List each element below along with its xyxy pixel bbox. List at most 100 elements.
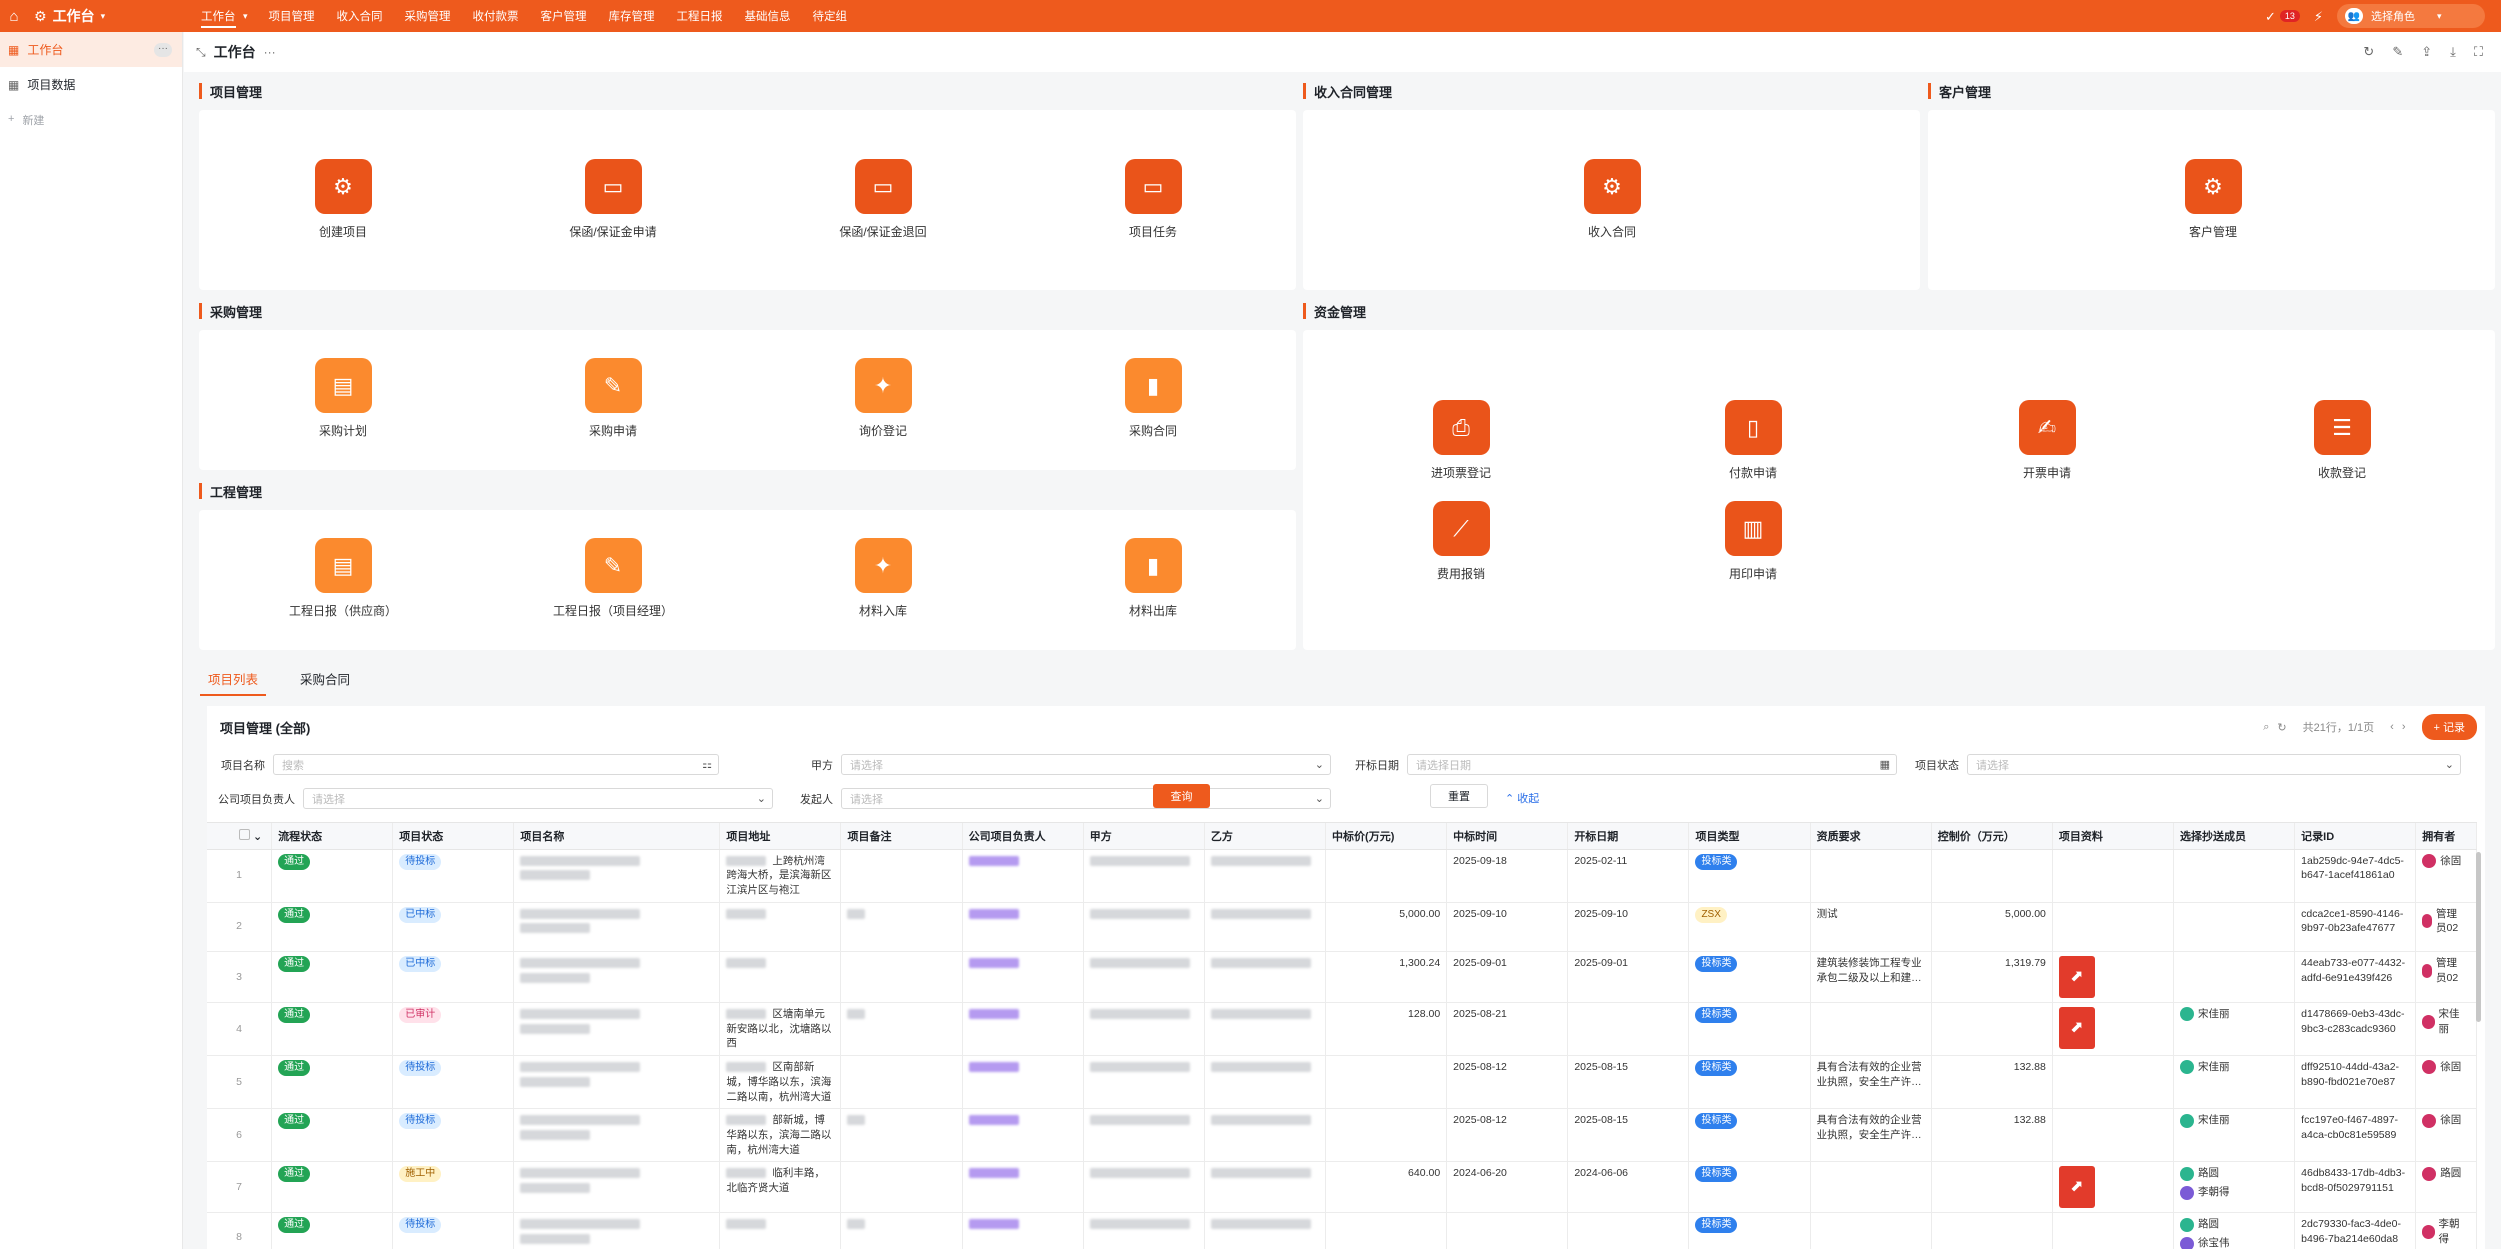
table-row[interactable]: 1 通过 待投标 上跨杭州湾跨海大桥，是滨海新区江滨片区与袍江 2025-09-18 20… <box>207 849 2477 903</box>
share-icon[interactable]: ⇪ <box>2421 44 2432 60</box>
tile-purchase-contract[interactable]: ▮ 采购合同 <box>1073 358 1233 439</box>
fullscreen-icon[interactable]: ⛶ <box>2474 44 2483 60</box>
nav-item[interactable]: 项目管理 <box>258 0 326 32</box>
gear-icon: ⚙ <box>34 8 47 24</box>
column-header[interactable]: 项目状态 <box>392 823 515 850</box>
search-icon[interactable]: ⌕ <box>2263 721 2269 734</box>
table-row[interactable]: 6 通过 待投标 部新城，博华路以东，滨海二路以南，杭州湾大道 2025-08-12 20… <box>207 1108 2477 1163</box>
tile-create-project[interactable]: ⚙ 创建项目 <box>263 159 423 240</box>
sidebar-item-project-data[interactable]: ▦ 项目数据 <box>0 67 182 102</box>
row-index: 2 <box>236 920 242 933</box>
more-icon[interactable]: ··· <box>154 42 172 57</box>
tile-seal-apply[interactable]: ▥ 用印申请 <box>1673 501 1833 582</box>
tile-input-invoice[interactable]: ⎙ 进项票登记 <box>1381 400 1541 481</box>
tile-purchase-apply[interactable]: ✎ 采购申请 <box>533 358 693 439</box>
tile-expense[interactable]: ⟋ 费用报销 <box>1381 501 1541 582</box>
tile-purchase-plan[interactable]: ▤ 采购计划 <box>263 358 423 439</box>
tile-guarantee-return[interactable]: ▭ 保函/保证金退回 <box>803 159 963 240</box>
next-page-icon[interactable]: › <box>2402 721 2406 733</box>
sidebar-item-workbench[interactable]: ▦ 工作台 ··· <box>0 32 182 67</box>
initiator-select[interactable]: 请选择 ⌄ <box>841 788 1331 809</box>
collapse-button[interactable]: ⌃ 收起 <box>1505 790 1539 806</box>
app-switcher[interactable]: ⚙ 工作台 ▾ <box>28 6 190 26</box>
column-header[interactable]: 项目类型 <box>1688 823 1811 850</box>
select-all-checkbox[interactable]: ⌄ <box>207 823 273 850</box>
column-header[interactable]: 拥有者 <box>2415 823 2477 850</box>
column-header[interactable]: 资质要求 <box>1810 823 1932 850</box>
column-header[interactable]: 项目地址 <box>719 823 842 850</box>
filter-owner: 公司项目负责人 请选择 ⌄ <box>195 788 773 809</box>
filter-icon[interactable]: ⚏ <box>702 758 712 771</box>
column-header[interactable]: 项目名称 <box>513 823 721 850</box>
tab-purchase-contract[interactable]: 采购合同 <box>292 660 358 696</box>
cc-member: 徐宝伟 <box>2180 1236 2230 1249</box>
name-search-input[interactable]: 搜索 ⚏ <box>273 754 719 775</box>
column-header[interactable]: 乙方 <box>1204 823 1327 850</box>
nav-item[interactable]: 收付款票 <box>462 0 530 32</box>
owner-select[interactable]: 请选择 ⌄ <box>303 788 773 809</box>
status-select[interactable]: 请选择 ⌄ <box>1967 754 2461 775</box>
table-row[interactable]: 8 通过 待投标 投标类 路圆 徐宝伟 2dc79330-fac3-4de0-b496-7b… <box>207 1212 2477 1249</box>
check-circle-icon[interactable]: ✓ <box>2265 10 2276 23</box>
column-header[interactable]: 中标时间 <box>1446 823 1569 850</box>
column-header[interactable]: 项目资料 <box>2052 823 2175 850</box>
column-header[interactable]: 公司项目负责人 <box>962 823 1084 850</box>
sidebar-new-button[interactable]: + 新建 <box>0 102 182 137</box>
nav-item[interactable]: 工程日报 <box>666 0 734 32</box>
nav-item[interactable]: 收入合同 <box>326 0 394 32</box>
settings-icon[interactable]: ✎ <box>2392 44 2403 60</box>
tab-project-list[interactable]: 项目列表 <box>200 660 267 696</box>
add-record-button[interactable]: + 记录 <box>2421 714 2477 740</box>
refresh-icon[interactable]: ↻ <box>2363 44 2374 60</box>
tile-customer[interactable]: ⚙ 客户管理 <box>2133 159 2293 240</box>
column-header[interactable]: 中标价(万元) <box>1325 823 1448 850</box>
prev-page-icon[interactable]: ‹ <box>2390 721 2394 733</box>
tile-guarantee-apply[interactable]: ▭ 保函/保证金申请 <box>533 159 693 240</box>
table-row[interactable]: 3 通过 已中标 1,300.24 2025-09-01 2025-09-01 投标类 建筑装… <box>207 951 2477 1004</box>
nav-item[interactable]: 基础信息 <box>734 0 802 32</box>
bid-date-picker[interactable]: 请选择日期 ▦ <box>1407 754 1897 775</box>
lightning-icon[interactable]: ⚡ <box>2314 10 2323 23</box>
nav-item[interactable]: 工作台 ▾ <box>190 0 258 32</box>
tile-invoice-apply[interactable]: ✍ 开票申请 <box>1967 400 2127 481</box>
top-nav: ⌂ ⚙ 工作台 ▾ 工作台 ▾ 项目管理 收入合同 采购管理 收付款票 客户管理 库存管理 工程… <box>0 0 2501 32</box>
tile-project-task[interactable]: ▭ 项目任务 <box>1073 159 1233 240</box>
column-header[interactable]: 流程状态 <box>271 823 394 850</box>
bid-date: 2025-09-01 <box>1574 957 1629 970</box>
pdf-file-icon[interactable]: ⬈ <box>2058 956 2095 999</box>
pdf-file-icon[interactable]: ⬈ <box>2058 1166 2095 1209</box>
collapse-icon[interactable]: ⤡ <box>196 46 206 58</box>
tile-inquiry[interactable]: ✦ 询价登记 <box>803 358 963 439</box>
column-header[interactable]: 开标日期 <box>1567 823 1690 850</box>
tile-daily-pm[interactable]: ✎ 工程日报（项目经理） <box>533 538 693 619</box>
column-header[interactable]: 选择抄送成员 <box>2173 823 2296 850</box>
download-icon[interactable]: ⤓ <box>2450 44 2456 60</box>
nav-item[interactable]: 客户管理 <box>530 0 598 32</box>
table-row[interactable]: 2 通过 已中标 5,000.00 2025-09-10 2025-09-10 ZSX 测试 5… <box>207 902 2477 953</box>
home-icon[interactable]: ⌂ <box>0 0 28 32</box>
reset-button[interactable]: 重置 <box>1430 784 1488 808</box>
tile-daily-supplier[interactable]: ▤ 工程日报（供应商） <box>263 538 423 619</box>
query-button[interactable]: 查询 <box>1153 784 1210 808</box>
table-row[interactable]: 7 通过 施工中 临利丰路，北临齐贤大道 640.00 2024-06-20 2024-06… <box>207 1161 2477 1214</box>
column-header[interactable]: 甲方 <box>1083 823 1205 850</box>
table-row[interactable]: 5 通过 待投标 区南部新城，博华路以东，滨海二路以南，杭州湾大道 2025-08-12… <box>207 1055 2477 1110</box>
tile-income-contract[interactable]: ⚙ 收入合同 <box>1532 159 1692 240</box>
column-header[interactable]: 记录ID <box>2294 823 2417 850</box>
vertical-scrollbar[interactable] <box>2476 852 2481 1022</box>
tile-payment-apply[interactable]: ▯ 付款申请 <box>1673 400 1833 481</box>
more-icon[interactable]: ··· <box>264 46 276 58</box>
table-row[interactable]: 4 通过 已审计 区塘南单元新安路以北，沈塘路以西 128.00 2025-08-21 投标… <box>207 1002 2477 1057</box>
party-a-select[interactable]: 请选择 ⌄ <box>841 754 1331 775</box>
nav-item[interactable]: 待定组 <box>802 0 859 32</box>
column-header[interactable]: 项目备注 <box>840 823 963 850</box>
pdf-file-icon[interactable]: ⬈ <box>2058 1007 2095 1050</box>
tile-material-in[interactable]: ✦ 材料入库 <box>803 538 963 619</box>
select-role-button[interactable]: 👥 选择角色 ▾ <box>2337 4 2485 28</box>
refresh-icon[interactable]: ↻ <box>2277 721 2286 734</box>
tile-material-out[interactable]: ▮ 材料出库 <box>1073 538 1233 619</box>
nav-item[interactable]: 采购管理 <box>394 0 462 32</box>
tile-receipt[interactable]: ☰ 收款登记 <box>2262 400 2422 481</box>
nav-item[interactable]: 库存管理 <box>598 0 666 32</box>
column-header[interactable]: 控制价（万元） <box>1931 823 2053 850</box>
